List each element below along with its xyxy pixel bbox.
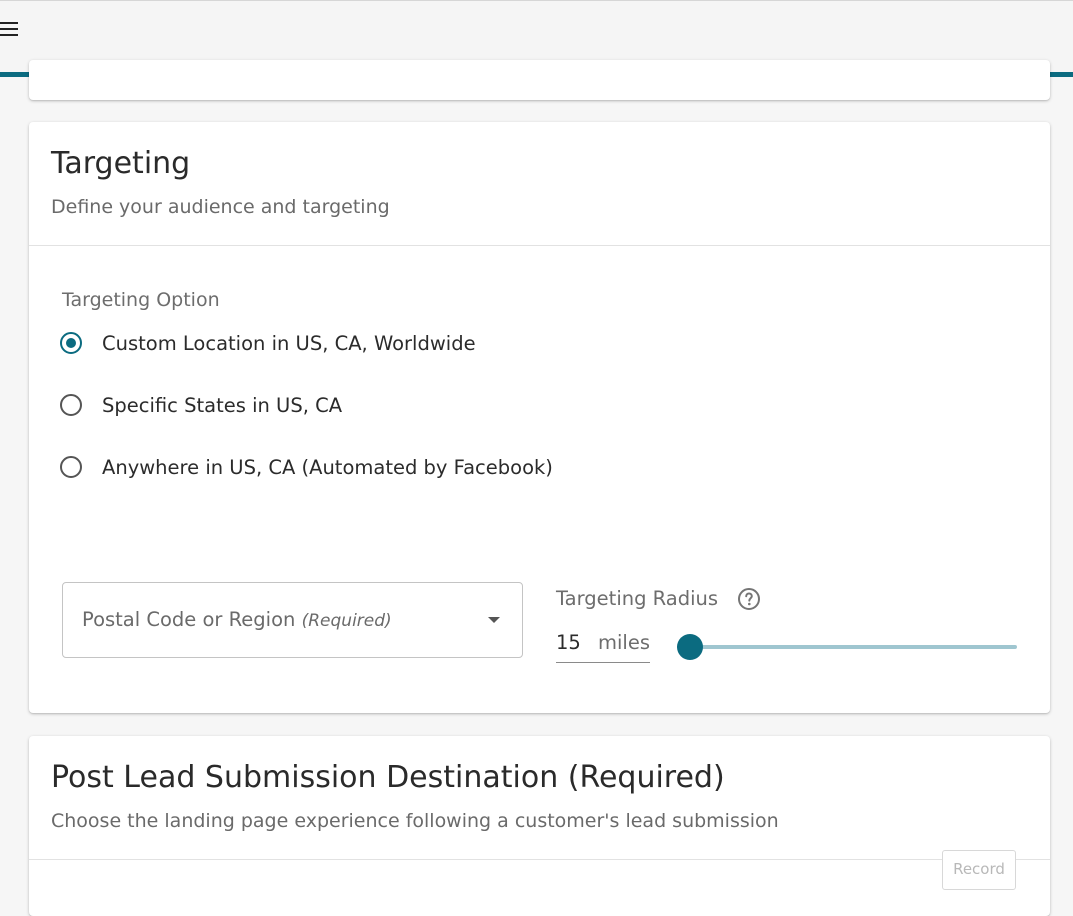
radio-label: Custom Location in US, CA, Worldwide xyxy=(102,331,476,355)
targeting-card: Targeting Define your audience and targe… xyxy=(29,122,1050,713)
post-lead-subtitle: Choose the landing page experience follo… xyxy=(51,810,779,832)
radio-label: Specific States in US, CA xyxy=(102,393,343,417)
targeting-radius-label: Targeting Radius xyxy=(556,587,719,610)
record-button[interactable]: Record xyxy=(942,850,1016,890)
radius-slider[interactable] xyxy=(677,632,1017,662)
hamburger-menu-icon[interactable] xyxy=(0,22,20,40)
post-lead-card: Post Lead Submission Destination (Requir… xyxy=(29,736,1050,916)
targeting-subtitle: Define your audience and targeting xyxy=(51,196,390,218)
dropdown-caret-icon[interactable] xyxy=(488,617,500,623)
radio-specific-states[interactable]: Specific States in US, CA xyxy=(60,390,342,420)
slider-thumb[interactable] xyxy=(677,634,703,660)
question-circle-icon[interactable] xyxy=(737,587,761,611)
slider-track[interactable] xyxy=(677,645,1017,649)
radio-label: Anywhere in US, CA (Automated by Faceboo… xyxy=(102,455,553,479)
radius-value[interactable]: 15 xyxy=(556,631,581,654)
required-hint: (Required) xyxy=(301,611,392,631)
postal-code-placeholder: Postal Code or Region (Required) xyxy=(82,608,392,631)
radio-checked-icon[interactable] xyxy=(60,332,82,354)
radio-anywhere[interactable]: Anywhere in US, CA (Automated by Faceboo… xyxy=(60,452,553,482)
radius-input[interactable]: 15 miles xyxy=(556,627,650,663)
radio-custom-location[interactable]: Custom Location in US, CA, Worldwide xyxy=(60,328,476,358)
previous-section-card xyxy=(29,60,1050,100)
card-header-divider xyxy=(29,859,1050,860)
radius-unit: miles xyxy=(598,631,650,654)
radio-unchecked-icon[interactable] xyxy=(60,394,82,416)
targeting-option-label: Targeting Option xyxy=(62,289,220,311)
card-header-divider xyxy=(29,245,1050,246)
postal-placeholder-text: Postal Code or Region xyxy=(82,608,296,631)
postal-code-select[interactable]: Postal Code or Region (Required) xyxy=(62,582,523,658)
targeting-title: Targeting xyxy=(51,146,191,181)
radio-unchecked-icon[interactable] xyxy=(60,456,82,478)
post-lead-title: Post Lead Submission Destination (Requir… xyxy=(51,760,725,795)
